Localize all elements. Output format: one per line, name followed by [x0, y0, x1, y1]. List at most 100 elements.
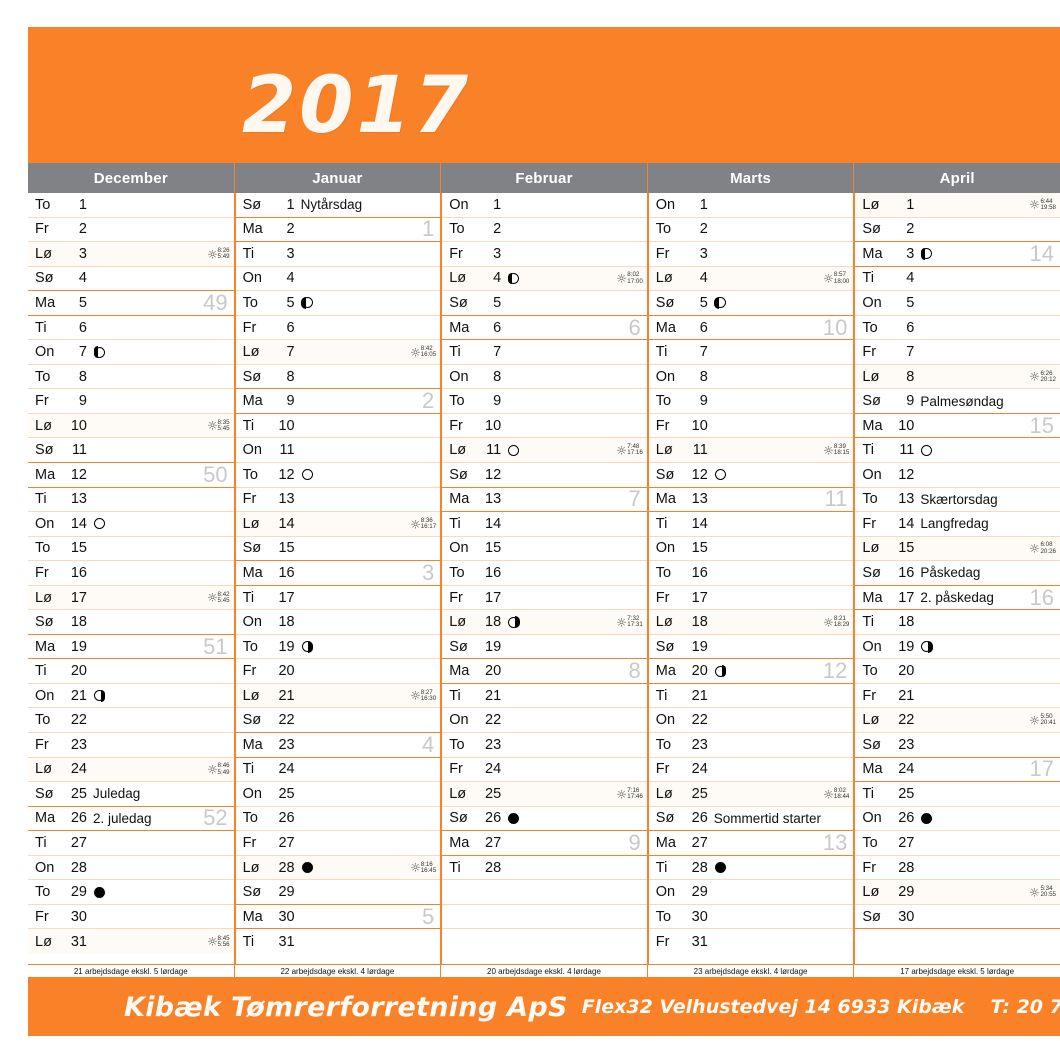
day-row[interactable]: Ti 24: [235, 757, 441, 783]
day-row[interactable]: Ti 21: [648, 683, 854, 709]
day-row[interactable]: Ma 2 1: [235, 217, 441, 243]
day-row[interactable]: To 16: [648, 561, 854, 586]
day-row[interactable]: On 4: [235, 266, 441, 292]
day-row[interactable]: On 14: [28, 512, 234, 537]
day-row[interactable]: Lø 22 5:50 20:41: [855, 708, 1060, 734]
day-row[interactable]: Lø 7 8:42 16:05: [235, 340, 441, 365]
day-row[interactable]: Fr 24: [648, 757, 854, 783]
day-row[interactable]: Lø 31 8:45 5:56: [28, 929, 234, 954]
day-row[interactable]: Ma 10 15: [855, 413, 1060, 439]
day-row[interactable]: Ti 20: [28, 659, 234, 684]
day-row[interactable]: On 8: [442, 364, 647, 390]
day-row[interactable]: Lø 18 7:32 17:31: [442, 610, 647, 635]
day-row[interactable]: Ma 26 2. juledag 52: [28, 806, 234, 832]
day-row[interactable]: Sø 26: [442, 806, 647, 832]
day-row[interactable]: Ma 20 8: [442, 659, 647, 684]
day-row[interactable]: Lø 11 7:48 17:16: [442, 438, 647, 464]
day-row[interactable]: On 1: [442, 193, 647, 218]
day-row[interactable]: Ti 7: [648, 340, 854, 365]
day-row[interactable]: Ma 30 5: [235, 904, 441, 930]
day-row[interactable]: Ma 6 10: [648, 315, 854, 341]
day-row[interactable]: On 15: [442, 536, 647, 562]
day-row[interactable]: Lø 18 8:21 18:29: [648, 610, 854, 635]
day-row[interactable]: On 12: [855, 463, 1060, 488]
day-row[interactable]: Lø 25 8:02 18:44: [648, 782, 854, 807]
day-row[interactable]: Sø 12: [442, 463, 647, 488]
day-row[interactable]: Ma 19 51: [28, 634, 234, 660]
day-row[interactable]: On 25: [235, 782, 441, 807]
day-row[interactable]: To 23: [648, 733, 854, 758]
day-row[interactable]: Fr 23: [28, 733, 234, 758]
day-row[interactable]: Fr 27: [235, 831, 441, 856]
day-row[interactable]: Sø 30: [855, 904, 1060, 930]
day-row[interactable]: Ti 3: [235, 242, 441, 267]
day-row[interactable]: Fr 24: [442, 757, 647, 783]
day-row[interactable]: Ma 16 3: [235, 561, 441, 586]
day-row[interactable]: Lø 21 8:27 16:30: [235, 683, 441, 709]
day-row[interactable]: Ma 5 49: [28, 291, 234, 316]
day-row[interactable]: To 13 Skærtorsdag: [855, 487, 1060, 513]
day-row[interactable]: Fr 17: [648, 585, 854, 611]
day-row[interactable]: Lø 28 8:16 16:45: [235, 855, 441, 881]
day-row[interactable]: Sø 8: [235, 364, 441, 390]
day-row[interactable]: Fr 10: [648, 413, 854, 439]
day-row[interactable]: To 20: [855, 659, 1060, 684]
day-row[interactable]: Sø 2: [855, 217, 1060, 243]
day-row[interactable]: Ma 24 17: [855, 757, 1060, 783]
day-row[interactable]: To 12: [235, 463, 441, 488]
day-row[interactable]: Ma 3 14: [855, 242, 1060, 267]
day-row[interactable]: On 21: [28, 683, 234, 709]
day-row[interactable]: Lø 11 8:39 18:15: [648, 438, 854, 464]
day-row[interactable]: Fr 3: [648, 242, 854, 267]
day-row[interactable]: To 8: [28, 364, 234, 390]
day-row[interactable]: On 28: [28, 855, 234, 881]
day-row[interactable]: Sø 1 Nytårsdag: [235, 193, 441, 218]
day-row[interactable]: Fr 3: [442, 242, 647, 267]
day-row[interactable]: Ti 28: [442, 855, 647, 881]
day-row[interactable]: Ma 20 12: [648, 659, 854, 684]
day-row[interactable]: To 19: [235, 634, 441, 660]
day-row[interactable]: On 18: [235, 610, 441, 635]
day-row[interactable]: On 19: [855, 634, 1060, 660]
day-row[interactable]: Sø 26 Sommertid starter: [648, 806, 854, 832]
day-row[interactable]: Ti 14: [648, 512, 854, 537]
day-row[interactable]: To 23: [442, 733, 647, 758]
day-row[interactable]: Fr 20: [235, 659, 441, 684]
day-row[interactable]: On 22: [648, 708, 854, 734]
day-row[interactable]: Fr 28: [855, 855, 1060, 881]
day-row[interactable]: Fr 21: [855, 683, 1060, 709]
day-row[interactable]: On 8: [648, 364, 854, 390]
day-row[interactable]: Ti 6: [28, 315, 234, 341]
day-row[interactable]: Ma 17 2. påskedag 16: [855, 585, 1060, 611]
day-row[interactable]: To 2: [442, 217, 647, 243]
day-row[interactable]: Lø 29 5:34 20:55: [855, 880, 1060, 905]
day-row[interactable]: Lø 24 8:46 5:49: [28, 757, 234, 783]
day-row[interactable]: On 22: [442, 708, 647, 734]
day-row[interactable]: Ti 14: [442, 512, 647, 537]
day-row[interactable]: On 26: [855, 806, 1060, 832]
day-row[interactable]: Ti 17: [235, 585, 441, 611]
day-row[interactable]: To 29: [28, 880, 234, 905]
day-row[interactable]: Lø 1 6:44 19:58: [855, 193, 1060, 218]
day-row[interactable]: Sø 12: [648, 463, 854, 488]
day-row[interactable]: On 1: [648, 193, 854, 218]
day-row[interactable]: Fr 6: [235, 315, 441, 341]
day-row[interactable]: Ti 28: [648, 855, 854, 881]
day-row[interactable]: On 15: [648, 536, 854, 562]
day-row[interactable]: To 5: [235, 291, 441, 316]
day-row[interactable]: Sø 23: [855, 733, 1060, 758]
day-row[interactable]: To 22: [28, 708, 234, 734]
day-row[interactable]: To 9: [442, 389, 647, 414]
day-row[interactable]: Fr 9: [28, 389, 234, 414]
day-row[interactable]: Lø 4 8:02 17:00: [442, 266, 647, 292]
day-row[interactable]: To 30: [648, 904, 854, 930]
day-row[interactable]: To 9: [648, 389, 854, 414]
day-row[interactable]: To 16: [442, 561, 647, 586]
day-row[interactable]: To 27: [855, 831, 1060, 856]
day-row[interactable]: Fr 30: [28, 904, 234, 930]
day-row[interactable]: Fr 7: [855, 340, 1060, 365]
day-row[interactable]: Ti 25: [855, 782, 1060, 807]
day-row[interactable]: Ti 11: [855, 438, 1060, 464]
day-row[interactable]: Ma 23 4: [235, 733, 441, 758]
day-row[interactable]: Sø 9 Palmesøndag: [855, 389, 1060, 414]
